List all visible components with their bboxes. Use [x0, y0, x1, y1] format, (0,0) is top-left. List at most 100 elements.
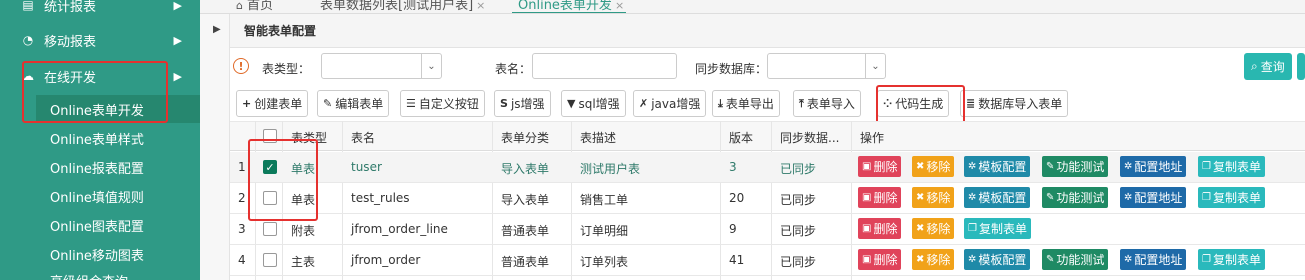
column-header[interactable]: 表单分类: [501, 129, 549, 146]
row-checkbox[interactable]: [263, 191, 277, 205]
close-icon[interactable]: ×: [615, 0, 624, 12]
plus-icon: +: [242, 97, 252, 110]
delete-button[interactable]: ▣ 删除: [858, 218, 902, 239]
create-form-button[interactable]: + 创建表单: [236, 90, 309, 117]
column-header[interactable]: 表名: [351, 129, 375, 146]
table-row[interactable]: 3 附表 jfrom_order_line 普通表单 订单明细 9 已同步 ▣ 删…: [230, 214, 1305, 245]
cell-version: 3: [729, 160, 737, 174]
form-import-button[interactable]: ⤒ 表单导入: [793, 90, 861, 117]
chevron-right-icon: ▶: [173, 0, 182, 12]
cell-version: 20: [729, 191, 745, 205]
copy-form-button[interactable]: ❐ 复制表单: [1198, 249, 1265, 270]
sidebar-subitem-label: Online移动图表: [50, 248, 144, 264]
sidebar-subitem-online-mobile-chart[interactable]: Online移动图表: [0, 240, 200, 268]
close-icon[interactable]: ×: [476, 0, 485, 12]
sidebar-item-mobile-report[interactable]: ◔ 移动报表 ▶: [0, 23, 200, 57]
cell-type: 单表: [291, 162, 316, 176]
remove-button[interactable]: ✖ 移除: [912, 187, 955, 208]
gear-icon: ✲: [968, 192, 977, 203]
copy-form-button[interactable]: ❐ 复制表单: [1198, 187, 1265, 208]
template-config-button[interactable]: ✲ 模板配置: [964, 187, 1031, 208]
gear-icon: ✲: [968, 254, 977, 265]
tree-toggle-rail[interactable]: ▶: [200, 14, 230, 280]
cell-category: 导入表单: [501, 193, 550, 207]
sync-db-select[interactable]: ⌄: [767, 53, 886, 79]
tab-online-form-dev[interactable]: Online表单开发 ×: [512, 0, 626, 13]
function-test-button[interactable]: ✎ 功能测试: [1042, 249, 1109, 270]
column-header[interactable]: 表类型: [291, 129, 327, 146]
column-header[interactable]: 同步数据...: [780, 129, 839, 146]
sidebar-item-online-dev[interactable]: ☁ 在线开发 ▶: [0, 59, 200, 93]
row-checkbox[interactable]: [263, 222, 277, 236]
button-label: 复制表单: [1212, 253, 1261, 267]
template-config-button[interactable]: ✲ 模板配置: [964, 156, 1031, 177]
tab-label: 首页: [246, 0, 273, 13]
tab-home[interactable]: ⌂ 首页: [236, 0, 273, 13]
sidebar: ▤ 统计报表 ▶ ◔ 移动报表 ▶ ☁ 在线开发 ▶ Online表单开发 On…: [0, 0, 200, 280]
tab-bar: ⌂ 首页 表单数据列表[测试用户表] × Online表单开发 ×: [200, 0, 1305, 14]
sidebar-subitem-advanced-query[interactable]: 高级组合查询: [0, 266, 200, 280]
delete-button[interactable]: ▣ 删除: [858, 156, 902, 177]
wrench-icon: ✎: [1046, 161, 1055, 172]
db-import-form-button[interactable]: ≣ 数据库导入表单: [960, 90, 1069, 117]
button-label: 模板配置: [978, 191, 1027, 205]
sidebar-subitem-online-form-style[interactable]: Online表单样式: [0, 124, 200, 152]
query-button[interactable]: ⌕ 查询: [1244, 53, 1292, 80]
button-label: 删除: [873, 191, 898, 205]
sidebar-subitem-online-report-config[interactable]: Online报表配置: [0, 153, 200, 181]
sidebar-subitem-online-chart-config[interactable]: Online图表配置: [0, 211, 200, 239]
remove-button[interactable]: ✖ 移除: [912, 156, 955, 177]
tab-form-data-list[interactable]: 表单数据列表[测试用户表] ×: [320, 0, 485, 13]
function-test-button[interactable]: ✎ 功能测试: [1042, 187, 1109, 208]
custom-button-button[interactable]: ☰ 自定义按钮: [400, 90, 485, 117]
sidebar-item-stat-report[interactable]: ▤ 统计报表 ▶: [0, 0, 200, 22]
row-number: 3: [238, 222, 246, 236]
column-header[interactable]: 版本: [729, 129, 753, 146]
caret-right-icon[interactable]: ▶: [213, 24, 221, 35]
java-enhance-button[interactable]: ✗ java增强: [633, 90, 707, 117]
cell-sync: 已同步: [780, 193, 817, 207]
more-button[interactable]: [1297, 53, 1305, 80]
search-icon: ⌕: [1251, 59, 1258, 73]
remove-button[interactable]: ✖ 移除: [912, 218, 955, 239]
button-label: 复制表单: [1212, 191, 1261, 205]
table-row[interactable]: 1 ✓ 单表 tuser 导入表单 测试用户表 3 已同步 ▣ 删除 ✖ 移除 ✲ 模…: [230, 152, 1305, 183]
row-checkbox[interactable]: [263, 253, 277, 267]
row-checkbox[interactable]: ✓: [263, 160, 277, 174]
button-label: js增强: [510, 97, 545, 111]
template-config-button[interactable]: ✲ 模板配置: [964, 249, 1031, 270]
select-all-checkbox[interactable]: [263, 129, 277, 143]
form-export-button[interactable]: ⤓ 表单导出: [712, 90, 780, 117]
table-row[interactable]: 4 主表 jfrom_order 普通表单 订单列表 41 已同步 ▣ 删除 ✖ 移…: [230, 245, 1305, 276]
cell-version: 9: [729, 222, 737, 236]
config-url-button[interactable]: ✲ 配置地址: [1120, 187, 1187, 208]
delete-button[interactable]: ▣ 删除: [858, 187, 902, 208]
delete-button[interactable]: ▣ 删除: [858, 249, 902, 270]
copy-form-button[interactable]: ❐ 复制表单: [964, 218, 1031, 239]
edit-icon: ✎: [323, 97, 333, 110]
copy-form-button[interactable]: ❐ 复制表单: [1198, 156, 1265, 177]
edit-form-button[interactable]: ✎ 编辑表单: [317, 90, 390, 117]
table-name-input[interactable]: [532, 53, 677, 79]
column-header[interactable]: 表描述: [580, 129, 616, 146]
chevron-right-icon: ▶: [173, 33, 182, 47]
sidebar-subitem-online-fill-rule[interactable]: Online填值规则: [0, 182, 200, 210]
chevron-right-icon: ▶: [173, 69, 182, 83]
sidebar-subitem-online-form-dev[interactable]: Online表单开发: [36, 95, 200, 123]
cell-desc: 订单明细: [580, 224, 629, 238]
button-label: 模板配置: [978, 253, 1027, 267]
table-row[interactable]: 2 单表 test_rules 导入表单 销售工单 20 已同步 ▣ 删除 ✖ 移除…: [230, 183, 1305, 214]
cell-name: jfrom_order: [351, 253, 421, 267]
column-header: 操作: [860, 131, 885, 145]
trash-icon: ▣: [862, 161, 872, 172]
row-number: 1: [238, 160, 246, 174]
code-generate-button[interactable]: ⁘ 代码生成: [877, 90, 950, 117]
config-url-button[interactable]: ✲ 配置地址: [1120, 156, 1187, 177]
remove-button[interactable]: ✖ 移除: [912, 249, 955, 270]
js-enhance-button[interactable]: Sjs增强: [494, 90, 551, 117]
config-url-button[interactable]: ✲ 配置地址: [1120, 249, 1187, 270]
sql-enhance-button[interactable]: ▼ sql增强: [561, 90, 626, 117]
table-type-select[interactable]: ⌄: [321, 53, 442, 79]
function-test-button[interactable]: ✎ 功能测试: [1042, 156, 1109, 177]
spinner-icon: ⁘: [883, 97, 893, 110]
